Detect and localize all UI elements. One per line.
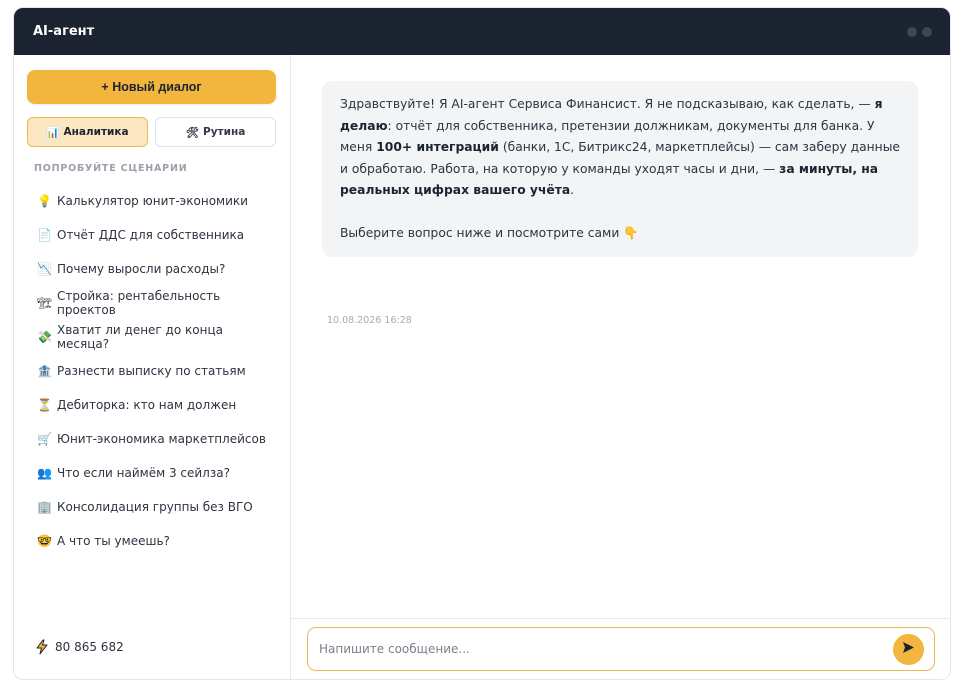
scenario-label: Калькулятор юнит-экономики — [57, 194, 248, 208]
window-dot-icon[interactable] — [907, 26, 917, 37]
assistant-message: Здравствуйте! Я AI-агент Сервиса Финанси… — [322, 81, 918, 257]
scenario-label: Юнит-экономика маркетплейсов — [57, 432, 266, 446]
mode-analytics-button[interactable]: 📊 Аналитика — [27, 117, 148, 147]
scenario-marketplace-unit-economics[interactable]: 🛒 Юнит-экономика маркетплейсов — [27, 422, 277, 456]
title-bar: AI-агент — [14, 8, 950, 55]
scenario-label: Разнести выписку по статьям — [57, 364, 246, 378]
balance-value: 80 865 682 — [55, 640, 124, 654]
message-bold-text: 100+ интеграций — [376, 140, 499, 154]
scenario-bank-statement[interactable]: 🏦 Разнести выписку по статьям — [27, 354, 277, 388]
window-dot-icon[interactable] — [922, 26, 932, 37]
scenario-label: Отчёт ДДС для собственника — [57, 228, 245, 242]
message-text: . — [570, 183, 575, 197]
hourglass-icon: ⏳ — [37, 398, 52, 412]
composer — [291, 618, 950, 679]
scenarios-heading: ПОПРОБУЙТЕ СЦЕНАРИИ — [34, 163, 188, 174]
message-text: Здравствуйте! Я AI-агент Сервиса Финанси… — [340, 97, 875, 111]
mode-label: Аналитика — [63, 126, 129, 138]
balance-indicator: 80 865 682 — [35, 639, 124, 655]
scenario-expenses-growth[interactable]: 📉 Почему выросли расходы? — [27, 252, 277, 286]
message-timestamp: 10.08.2026 16:28 — [327, 315, 412, 326]
scenario-list: 💡 Калькулятор юнит-экономики 📄 Отчёт ДДС… — [27, 184, 277, 558]
chat-area: Здравствуйте! Я AI-агент Сервиса Финанси… — [291, 55, 950, 679]
mode-routine-button[interactable]: 🛠 Рутина — [155, 117, 276, 147]
shopping-cart-icon: 🛒 — [37, 432, 52, 446]
sidebar: + Новый диалог 📊 Аналитика 🛠 Рутина ПОПР… — [14, 55, 291, 679]
mode-label: Рутина — [203, 126, 246, 138]
message-paragraph: Здравствуйте! Я AI-агент Сервиса Финанси… — [340, 94, 900, 202]
office-building-icon: 🏢 — [37, 500, 52, 514]
chart-decreasing-icon: 📉 — [37, 262, 52, 276]
scenario-cash-sufficiency[interactable]: 💸 Хватит ли денег до конца месяца? — [27, 320, 277, 354]
scenario-label: Хватит ли денег до конца месяца? — [57, 323, 223, 351]
lightbulb-icon: 💡 — [37, 194, 52, 208]
app-title: AI-агент — [33, 24, 95, 39]
scenario-group-consolidation[interactable]: 🏢 Консолидация группы без ВГО — [27, 490, 277, 524]
lightning-icon — [35, 639, 49, 655]
message-paragraph: Выберите вопрос ниже и посмотрите сами 👇 — [340, 225, 639, 240]
people-icon: 👥 — [37, 466, 52, 480]
scenario-capabilities[interactable]: 🤓 А что ты умеешь? — [27, 524, 277, 558]
mode-switch: 📊 Аналитика 🛠 Рутина — [27, 117, 277, 147]
scenario-label: А что ты умеешь? — [57, 534, 170, 548]
send-icon — [902, 641, 915, 657]
bar-chart-icon: 📊 — [46, 126, 60, 139]
tools-icon: 🛠 — [185, 126, 199, 139]
document-icon: 📄 — [37, 228, 52, 242]
scenario-label: Почему выросли расходы? — [57, 262, 226, 276]
bank-icon: 🏦 — [37, 364, 52, 378]
app-window: AI-агент + Новый диалог 📊 Аналитика 🛠 Ру… — [13, 7, 951, 680]
nerd-face-icon: 🤓 — [37, 534, 52, 548]
scenario-cashflow-report[interactable]: 📄 Отчёт ДДС для собственника — [27, 218, 277, 252]
scenario-label: Что если наймём 3 сейлза? — [57, 466, 230, 480]
message-input-wrapper — [307, 627, 935, 671]
scenario-unit-economics-calculator[interactable]: 💡 Калькулятор юнит-экономики — [27, 184, 277, 218]
scenario-label: Стройка: рентабельность проектов — [57, 289, 221, 317]
message-input[interactable] — [319, 642, 859, 656]
scenario-receivables[interactable]: ⏳ Дебиторка: кто нам должен — [27, 388, 277, 422]
send-button[interactable] — [893, 633, 924, 665]
money-wings-icon: 💸 — [37, 330, 52, 344]
construction-icon: 🏗 — [37, 296, 53, 310]
scenario-construction-profitability[interactable]: 🏗 Стройка: рентабельность проектов — [27, 286, 277, 320]
scenario-label: Дебиторка: кто нам должен — [57, 398, 237, 412]
scenario-hiring-sales[interactable]: 👥 Что если наймём 3 сейлза? — [27, 456, 277, 490]
new-dialog-button[interactable]: + Новый диалог — [27, 70, 276, 104]
window-controls — [907, 26, 932, 37]
scenario-label: Консолидация группы без ВГО — [57, 500, 253, 514]
